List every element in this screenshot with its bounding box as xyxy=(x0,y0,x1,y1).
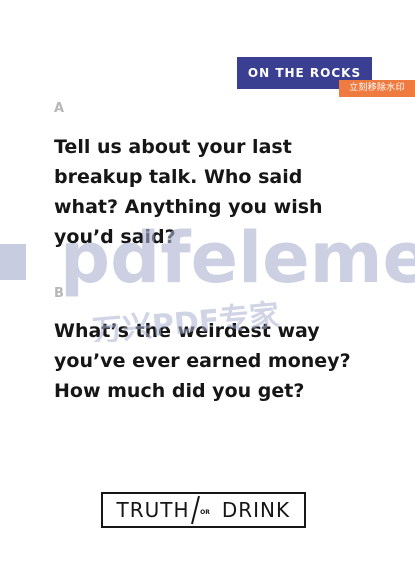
option-a-line: you’d said? xyxy=(54,226,176,248)
logo-slash xyxy=(191,495,200,525)
option-a-question: Tell us about your last breakup talk. Wh… xyxy=(54,132,384,252)
option-a-letter: A xyxy=(54,101,65,116)
truth-or-drink-logo: TRUTH OR DRINK xyxy=(101,492,306,528)
option-b-line: you’ve ever earned money? xyxy=(54,350,351,372)
remove-watermark-button[interactable]: 立刻移除水印 xyxy=(339,80,415,97)
option-a-line: breakup talk. Who said xyxy=(54,166,303,188)
logo-truth-text: TRUTH xyxy=(115,498,189,522)
option-b-question: What’s the weirdest way you’ve ever earn… xyxy=(54,316,384,406)
option-b-letter: B xyxy=(54,286,64,301)
option-a-line: Tell us about your last xyxy=(54,136,292,158)
logo-or-text: OR xyxy=(200,509,210,516)
logo-drink-text: DRINK xyxy=(222,498,290,522)
logo-graphic: TRUTH OR DRINK xyxy=(115,495,290,525)
option-a-line: what? Anything you wish xyxy=(54,196,323,218)
option-b-line: How much did you get? xyxy=(54,380,305,402)
watermark-bar xyxy=(0,244,26,280)
option-b-line: What’s the weirdest way xyxy=(54,320,320,342)
